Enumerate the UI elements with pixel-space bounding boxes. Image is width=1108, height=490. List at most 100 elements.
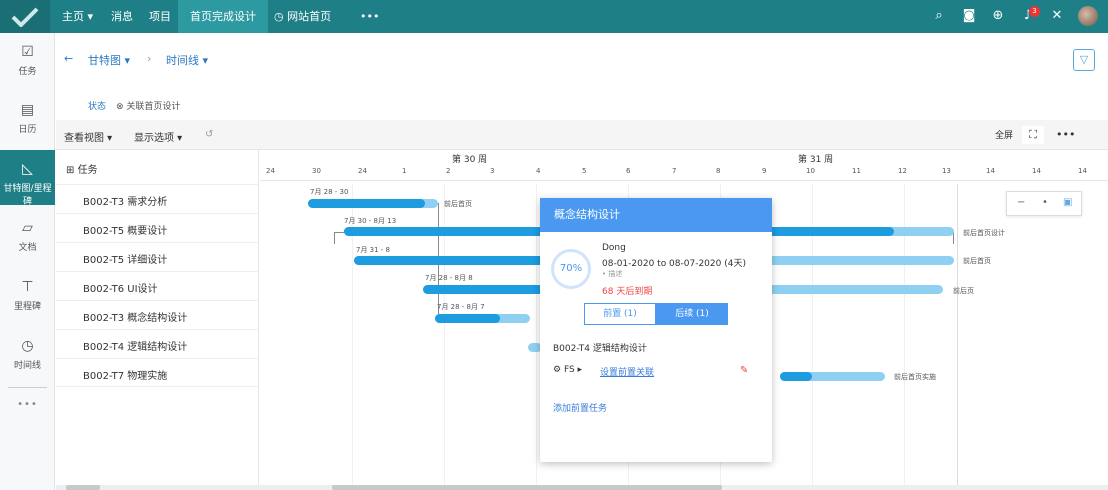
view-dropdown[interactable]: 查看视图 ▾ [64,129,112,144]
document-icon: ▱ [22,220,33,236]
day-label: 11 [852,167,861,175]
gear-icon: ⚙ [553,365,562,375]
gantt-toolbar: 查看视图 ▾ 显示选项 ▾ ↺ 全屏 ⛶ ••• [56,120,1108,150]
sidebar-item-calendar[interactable]: ▤ 日历 [0,91,55,146]
chart-icon: ◺ [22,161,33,177]
task-bar-progress[interactable] [423,285,543,294]
notification-badge: 3 [1029,6,1040,17]
day-label: 24 [358,167,367,175]
task-row[interactable]: B002-T7 物理实施 [56,358,259,387]
add-icon[interactable]: ⊕ [990,8,1006,24]
horizontal-scrollbar[interactable] [56,485,1108,490]
zoom-control: − • ▣ [1006,191,1082,216]
sidebar-item-docs[interactable]: ▱ 文档 [0,209,55,264]
milestone-icon: ⊤ [21,279,34,295]
zoom-out-button[interactable]: − [1017,197,1025,208]
bar-date-label: 7月 28 - 8月 7 [437,303,485,311]
zoom-reset-button[interactable]: • [1042,197,1048,208]
dependency-task[interactable]: B002-T4 逻辑结构设计 [553,341,647,354]
nav-website-home[interactable]: ◷ 网站首页 [274,0,331,33]
week-label: 第 31 周 [798,155,834,165]
tools-icon[interactable]: ✕ [1049,8,1065,24]
bar-date-label: 7月 28 - 30 [310,188,349,196]
add-predecessor-link[interactable]: 添加前置任务 [553,401,607,414]
checkmark-logo-icon [11,7,39,27]
nav-messages[interactable]: 消息 [111,0,133,33]
bar-end-label: 前后页 [953,287,974,295]
view-selector-timeline[interactable]: 时间线 ▾ [166,52,208,68]
day-label: 1 [402,167,407,175]
tab-successors[interactable]: 后续 (1) [656,303,728,325]
bar-date-label: 7月 31 - 8 [356,246,391,254]
day-label: 14 [1032,167,1041,175]
task-row[interactable]: B002-T4 逻辑结构设计 [56,329,259,358]
zoom-fit-button[interactable]: ▣ [1063,197,1072,208]
fullscreen-label[interactable]: 全屏 [995,128,1013,141]
nav-projects[interactable]: 项目 [149,0,171,33]
timer-icon[interactable]: ◙ [961,8,977,24]
filter-value: ⊗ 关联首页设计 [116,102,181,112]
nav-more[interactable]: ••• [360,0,379,33]
sidebar-item-timeline[interactable]: ◷ 时间线 [0,327,55,382]
dependency-link[interactable]: 设置前置关联 [600,365,654,378]
display-options-dropdown[interactable]: 显示选项 ▾ [134,129,182,144]
more-icon[interactable]: ••• [1056,128,1075,141]
day-label: 6 [626,167,631,175]
task-row[interactable]: B002-T5 概要设计 [56,213,259,242]
task-list: ⊞ 任务 B002-T3 需求分析 B002-T5 概要设计 B002-T5 详… [56,150,259,490]
task-bar-progress[interactable] [780,372,812,381]
task-bar-progress[interactable] [308,199,425,208]
sidebar-item-tasks[interactable]: ☑ 任务 [0,33,55,88]
day-label: 8 [716,167,721,175]
nav-home[interactable]: 主页 ▾ [62,0,93,33]
scrollbar-thumb-left[interactable] [66,485,100,490]
back-button[interactable]: ← [64,52,73,65]
delete-icon[interactable]: ✎ [740,365,748,376]
task-bar-progress[interactable] [435,314,500,323]
bar-end-label: 前后首页实施 [894,373,936,381]
day-label: 2 [446,167,451,175]
top-navigation-bar: 主页 ▾ 消息 项目 首页完成设计 ◷ 网站首页 ••• ⌕ ◙ ⊕ ♪ 3 ✕ [0,0,1108,33]
tab-predecessors[interactable]: 前置 (1) [584,303,656,325]
task-row[interactable]: B002-T5 详细设计 [56,242,259,271]
fullscreen-icon[interactable]: ⛶ [1022,126,1044,144]
task-detail-popup: 概念结构设计 70% Dong 08-01-2020 to 08-07-2020… [540,198,772,462]
progress-ring: 70% [551,249,591,289]
view-selector-gantt[interactable]: 甘特图 ▾ [88,52,130,68]
overdue-text: 68 天后到期 [602,287,653,297]
day-label: 12 [898,167,907,175]
timeline-header-divider [260,180,1108,181]
task-row[interactable]: B002-T6 UI设计 [56,271,259,300]
day-label: 13 [942,167,951,175]
sidebar-more[interactable]: ••• [0,399,55,410]
task-bar-progress[interactable] [354,256,554,265]
bar-end-label: 前后首页 [963,257,991,265]
task-list-header: ⊞ 任务 [66,165,98,176]
search-icon[interactable]: ⌕ [931,8,947,24]
clock-icon: ◷ [21,338,34,354]
sidebar-item-milestone[interactable]: ⊤ 里程碑 [0,268,55,323]
sidebar-item-gantt[interactable]: ◺ 甘特图/里程碑 [0,150,55,207]
day-label: 9 [762,167,767,175]
scrollbar-thumb[interactable] [332,485,722,490]
undo-icon[interactable]: ↺ [205,129,213,140]
user-avatar[interactable] [1078,6,1098,26]
day-label: 14 [1078,167,1087,175]
app-logo[interactable] [0,0,50,33]
task-sub-note: • 描述 [602,270,623,278]
nav-current-project[interactable]: 首页完成设计 [178,0,268,33]
calendar-icon: ▤ [20,102,35,118]
task-row[interactable]: B002-T3 需求分析 [56,184,259,213]
filter-icon[interactable]: ▽ [1073,49,1095,71]
day-label: 10 [806,167,815,175]
checkbox-icon: ☑ [21,44,34,60]
status-filter-link[interactable]: 状态 [88,99,106,112]
dependency-type[interactable]: ⚙ FS ▸ [553,365,582,375]
day-label: 3 [490,167,495,175]
day-label: 14 [986,167,995,175]
assignee-name: Dong [602,243,626,253]
week-label: 第 30 周 [452,155,488,165]
task-row[interactable]: B002-T3 概念结构设计 [56,300,259,329]
bar-end-label: 前后首页设计 [963,229,1005,237]
day-label: 5 [582,167,587,175]
